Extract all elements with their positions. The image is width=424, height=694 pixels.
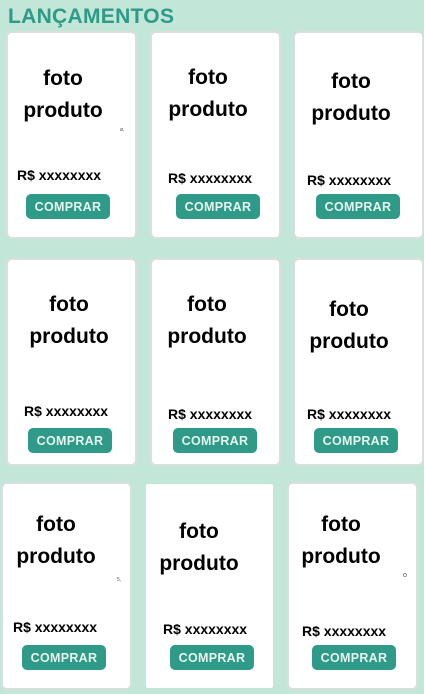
product-photo-placeholder: foto produto — [301, 513, 381, 568]
product-card: foto produto o R$ xxxxxxxx COMPRAR — [289, 484, 416, 688]
product-card: foto produto R$ xxxxxxxx COMPRAR — [8, 260, 135, 464]
product-price: R$ xxxxxxxx — [302, 623, 387, 639]
buy-button[interactable]: COMPRAR — [173, 428, 257, 453]
stray-mark: 5, — [117, 577, 122, 583]
product-photo-placeholder: foto produto — [16, 513, 96, 568]
buy-button[interactable]: COMPRAR — [26, 194, 110, 219]
product-card: foto produto R$ xxxxxxxx COMPRAR — [152, 260, 279, 464]
product-card: foto produto 5, R$ xxxxxxxx COMPRAR — [3, 484, 130, 688]
buy-button[interactable]: COMPRAR — [314, 428, 398, 453]
product-photo-placeholder: foto produto — [29, 293, 109, 348]
product-card: foto produto R$ xxxxxxxx COMPRAR — [146, 484, 273, 688]
product-card: foto produto R$ xxxxxxxx COMPRAR — [295, 260, 422, 464]
product-price: R$ xxxxxxxx — [13, 619, 98, 635]
buy-button[interactable]: COMPRAR — [170, 645, 254, 670]
buy-button[interactable]: COMPRAR — [316, 194, 400, 219]
product-photo-placeholder: foto produto — [159, 520, 239, 575]
product-price: R$ xxxxxxxx — [168, 406, 253, 422]
product-price: R$ xxxxxxxx — [24, 403, 109, 419]
product-price: R$ xxxxxxxx — [168, 170, 253, 186]
product-card: foto produto R$ xxxxxxxx COMPRAR — [152, 33, 279, 237]
product-card: foto produto ø, R$ xxxxxxxx COMPRAR — [8, 33, 135, 237]
product-photo-placeholder: foto produto — [311, 70, 391, 125]
product-price: R$ xxxxxxxx — [17, 167, 102, 183]
buy-button[interactable]: COMPRAR — [312, 645, 396, 670]
product-photo-placeholder: foto produto — [168, 66, 248, 121]
stray-mark: ø, — [120, 127, 125, 133]
product-card: foto produto R$ xxxxxxxx COMPRAR — [295, 33, 422, 237]
product-price: R$ xxxxxxxx — [307, 406, 392, 422]
buy-button[interactable]: COMPRAR — [28, 428, 112, 453]
product-price: R$ xxxxxxxx — [307, 172, 392, 188]
product-price: R$ xxxxxxxx — [163, 621, 248, 637]
buy-button[interactable]: COMPRAR — [22, 645, 106, 670]
buy-button[interactable]: COMPRAR — [176, 194, 260, 219]
section-title: LANÇAMENTOS — [8, 5, 175, 28]
product-photo-placeholder: foto produto — [23, 67, 103, 122]
stray-mark: o — [403, 572, 407, 579]
product-photo-placeholder: foto produto — [167, 293, 247, 348]
product-photo-placeholder: foto produto — [309, 298, 389, 353]
